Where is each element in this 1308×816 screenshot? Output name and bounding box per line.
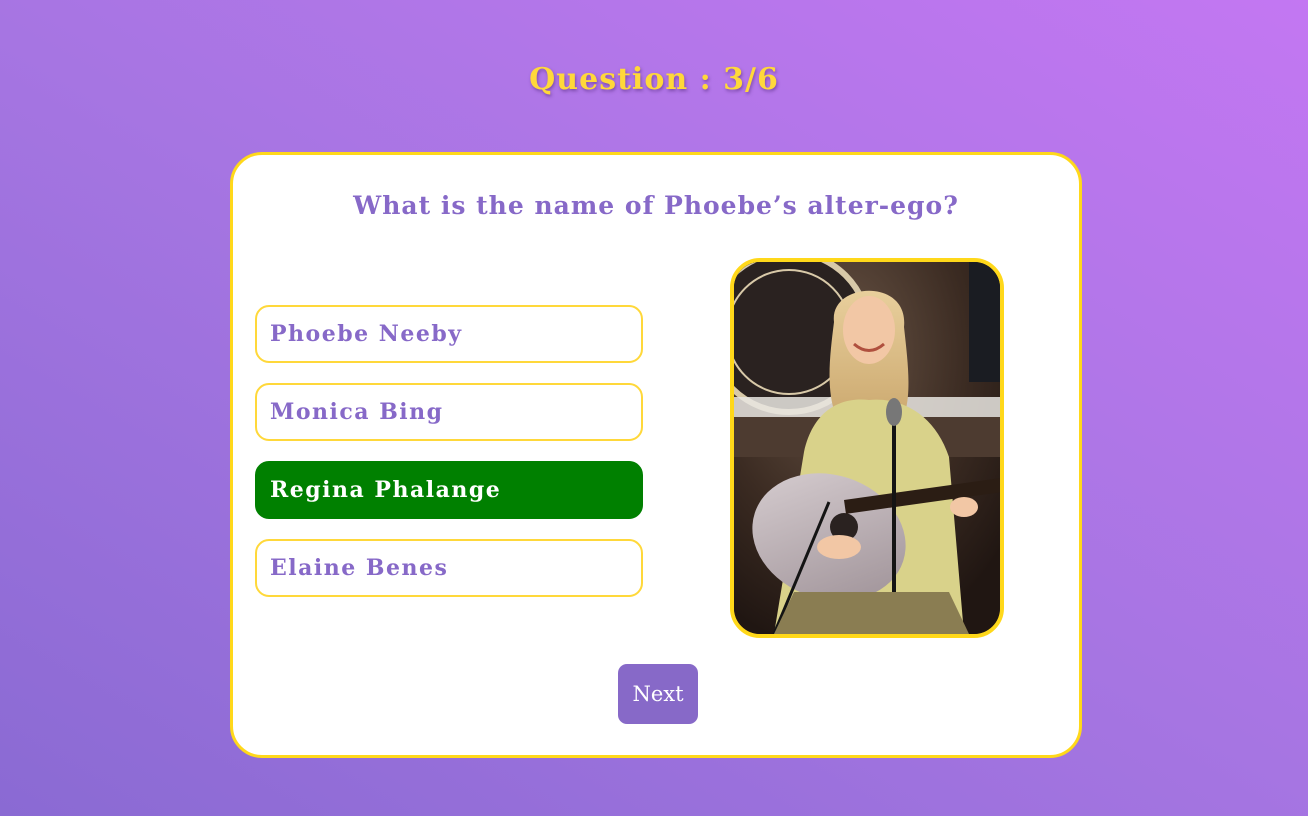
answer-option-3-correct[interactable]: Regina Phalange [255, 461, 643, 519]
answer-option-label: Regina Phalange [270, 477, 502, 503]
answer-option-2[interactable]: Monica Bing [255, 383, 643, 441]
answer-option-label: Phoebe Neeby [270, 321, 463, 347]
question-photo [730, 258, 1004, 638]
quiz-card: What is the name of Phoebe’s alter-ego? … [230, 152, 1082, 758]
answer-option-1[interactable]: Phoebe Neeby [255, 305, 643, 363]
answer-options: Phoebe Neeby Monica Bing Regina Phalange… [255, 305, 643, 617]
phoebe-guitar-image [734, 262, 1000, 634]
answer-option-4[interactable]: Elaine Benes [255, 539, 643, 597]
answer-option-label: Monica Bing [270, 399, 444, 425]
answer-option-label: Elaine Benes [270, 555, 449, 581]
question-counter: Question : 3/6 [529, 62, 779, 97]
next-button[interactable]: Next [618, 664, 698, 724]
question-text: What is the name of Phoebe’s alter-ego? [353, 191, 959, 220]
